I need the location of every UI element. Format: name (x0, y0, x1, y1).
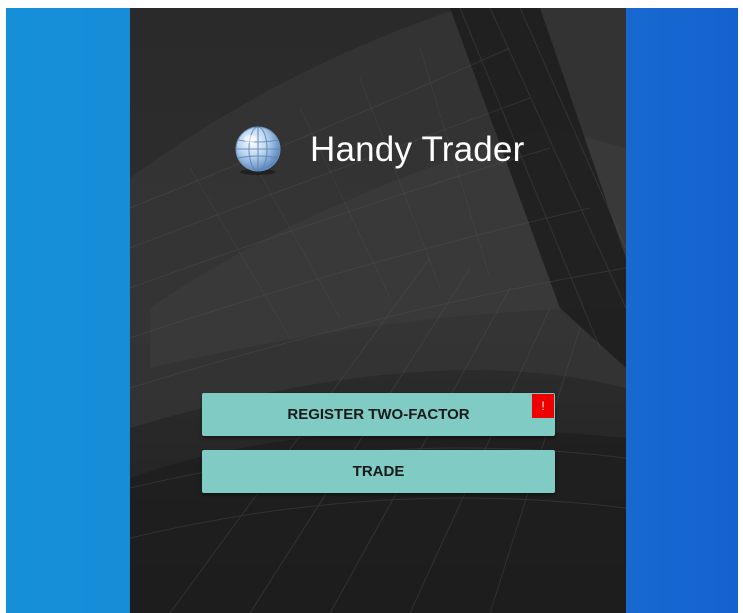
app-brand: Handy Trader (230, 120, 524, 180)
alert-badge: ! (532, 394, 554, 418)
background-architecture-image (130, 8, 626, 613)
globe-icon (235, 126, 281, 175)
register-two-factor-label: REGISTER TWO-FACTOR (287, 406, 470, 423)
trade-label: TRADE (352, 463, 405, 480)
trade-button[interactable]: TRADE (202, 450, 555, 493)
alert-badge-text: ! (541, 399, 545, 413)
app-title: Handy Trader (310, 130, 525, 169)
desktop-background: Handy Trader REGISTER TWO-FACTOR ! TRADE (6, 8, 738, 613)
app-window: Handy Trader REGISTER TWO-FACTOR ! TRADE (130, 8, 626, 613)
register-two-factor-button[interactable]: REGISTER TWO-FACTOR (202, 393, 555, 436)
